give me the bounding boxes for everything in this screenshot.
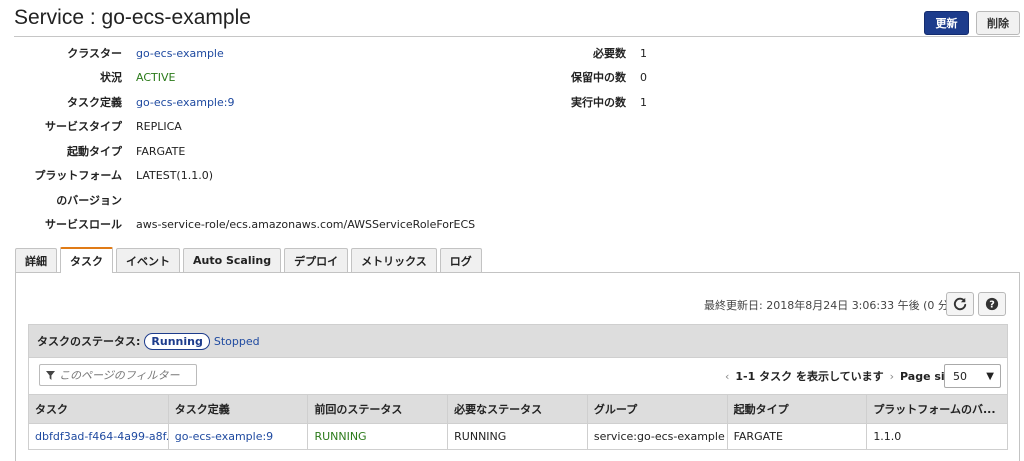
task-status-label: タスクのステータス: [37, 335, 141, 348]
tab-deployments[interactable]: デプロイ [284, 248, 349, 272]
detail-label: クラスター [67, 47, 122, 60]
platform-version-value: LATEST(1.1.0) [136, 168, 213, 182]
filter-toolbar: このページのフィルター ‹ 1-1 タスク を表示しています › Page si… [28, 358, 1008, 394]
column-header-last-status[interactable]: 前回のステータス [308, 395, 449, 423]
refresh-button[interactable] [946, 292, 974, 316]
detail-service-role: サービスロール aws-service-role/ecs.amazonaws.c… [14, 216, 475, 232]
detail-launch-type: 起動タイプ FARGATE [14, 143, 185, 159]
help-icon: ? [985, 297, 999, 311]
status-filter-running[interactable]: Running [144, 332, 210, 350]
desired-count-value: 1 [640, 46, 647, 60]
page-title: Service : go-ecs-example [14, 6, 251, 29]
column-header-launch-type[interactable]: 起動タイプ [728, 395, 868, 423]
detail-label: のバージョン [56, 194, 122, 207]
status-value: ACTIVE [136, 70, 176, 84]
task-definition-link[interactable]: go-ecs-example:9 [136, 96, 234, 109]
pending-count-value: 0 [640, 70, 647, 84]
page-size-select[interactable]: 50 ▼ [944, 364, 1001, 388]
table-row: dbfdf3ad-f464-4a99-a8f... go-ecs-example… [28, 424, 1008, 450]
refresh-icon [953, 297, 967, 311]
help-button[interactable]: ? [978, 292, 1006, 316]
tab-auto-scaling[interactable]: Auto Scaling [183, 248, 282, 272]
column-header-task-definition[interactable]: タスク定義 [169, 395, 309, 423]
title-divider [14, 36, 1020, 37]
last-updated-text: 最終更新日: 2018年8月24日 3:06:33 午後 (0 分前) [704, 299, 965, 312]
status-filter-stopped[interactable]: Stopped [214, 335, 260, 348]
detail-platform: プラットフォーム LATEST(1.1.0) [14, 167, 213, 183]
cluster-link[interactable]: go-ecs-example [136, 47, 224, 60]
tab-logs[interactable]: ログ [439, 248, 482, 272]
detail-label: 保留中の数 [571, 71, 626, 84]
filter-placeholder: このページのフィルター [59, 369, 180, 382]
pager-text: 1-1 タスク を表示しています [735, 370, 884, 383]
filter-icon [46, 370, 55, 380]
service-type-value: REPLICA [136, 119, 182, 133]
task-definition-link[interactable]: go-ecs-example:9 [169, 424, 309, 449]
column-header-task[interactable]: タスク [29, 395, 169, 423]
running-count-value: 1 [640, 95, 647, 109]
detail-label: 状況 [100, 71, 122, 84]
task-status-bar: タスクのステータス: Running Stopped [28, 324, 1008, 358]
tab-metrics[interactable]: メトリックス [351, 248, 437, 272]
detail-label: 実行中の数 [571, 96, 626, 109]
detail-label: サービスタイプ [45, 120, 122, 133]
desired-status-cell: RUNNING [448, 424, 588, 449]
detail-desired-count: 必要数 1 [514, 45, 647, 61]
column-header-group[interactable]: グループ [588, 395, 728, 423]
launch-type-cell: FARGATE [728, 424, 868, 449]
last-status-cell: RUNNING [308, 424, 449, 449]
task-id-link[interactable]: dbfdf3ad-f464-4a99-a8f... [29, 424, 169, 449]
platform-version-cell: 1.1.0 [873, 430, 902, 443]
next-page-icon[interactable]: › [890, 370, 894, 383]
detail-cluster: クラスター go-ecs-example [14, 45, 224, 61]
delete-button[interactable]: 削除 [976, 11, 1020, 35]
tab-bar: 詳細 タスク イベント Auto Scaling デプロイ メトリックス ログ [15, 247, 485, 273]
group-cell: service:go-ecs-example [588, 424, 728, 449]
update-button[interactable]: 更新 [924, 11, 969, 35]
page-size-value: 50 [953, 369, 967, 383]
detail-service-type: サービスタイプ REPLICA [14, 118, 182, 134]
prev-page-icon[interactable]: ‹ [725, 370, 729, 383]
detail-label: 必要数 [593, 47, 626, 60]
tab-tasks[interactable]: タスク [60, 247, 113, 273]
svg-text:?: ? [989, 300, 995, 311]
pager: ‹ 1-1 タスク を表示しています › Page size [719, 368, 959, 384]
detail-label: 起動タイプ [67, 145, 122, 158]
launch-type-value: FARGATE [136, 144, 186, 158]
column-header-desired-status[interactable]: 必要なステータス [448, 395, 588, 423]
service-role-value: aws-service-role/ecs.amazonaws.com/AWSSe… [136, 217, 476, 231]
detail-status: 状況 ACTIVE [14, 69, 175, 85]
detail-label: プラットフォーム [34, 169, 122, 182]
page-filter-input[interactable]: このページのフィルター [39, 364, 197, 386]
detail-running-count: 実行中の数 1 [514, 94, 647, 110]
detail-pending-count: 保留中の数 0 [514, 69, 647, 85]
detail-platform-cont: のバージョン [14, 192, 136, 208]
tab-events[interactable]: イベント [116, 248, 180, 272]
column-header-platform-version[interactable]: プラットフォームのバ... [867, 395, 1007, 423]
detail-label: タスク定義 [67, 96, 122, 109]
detail-task-definition: タスク定義 go-ecs-example:9 [14, 94, 234, 110]
tasks-table-header: タスク タスク定義 前回のステータス 必要なステータス グループ 起動タイプ プ… [28, 394, 1008, 424]
detail-label: サービスロール [45, 218, 122, 231]
chevron-down-icon: ▼ [986, 371, 994, 382]
tab-details[interactable]: 詳細 [15, 248, 57, 272]
